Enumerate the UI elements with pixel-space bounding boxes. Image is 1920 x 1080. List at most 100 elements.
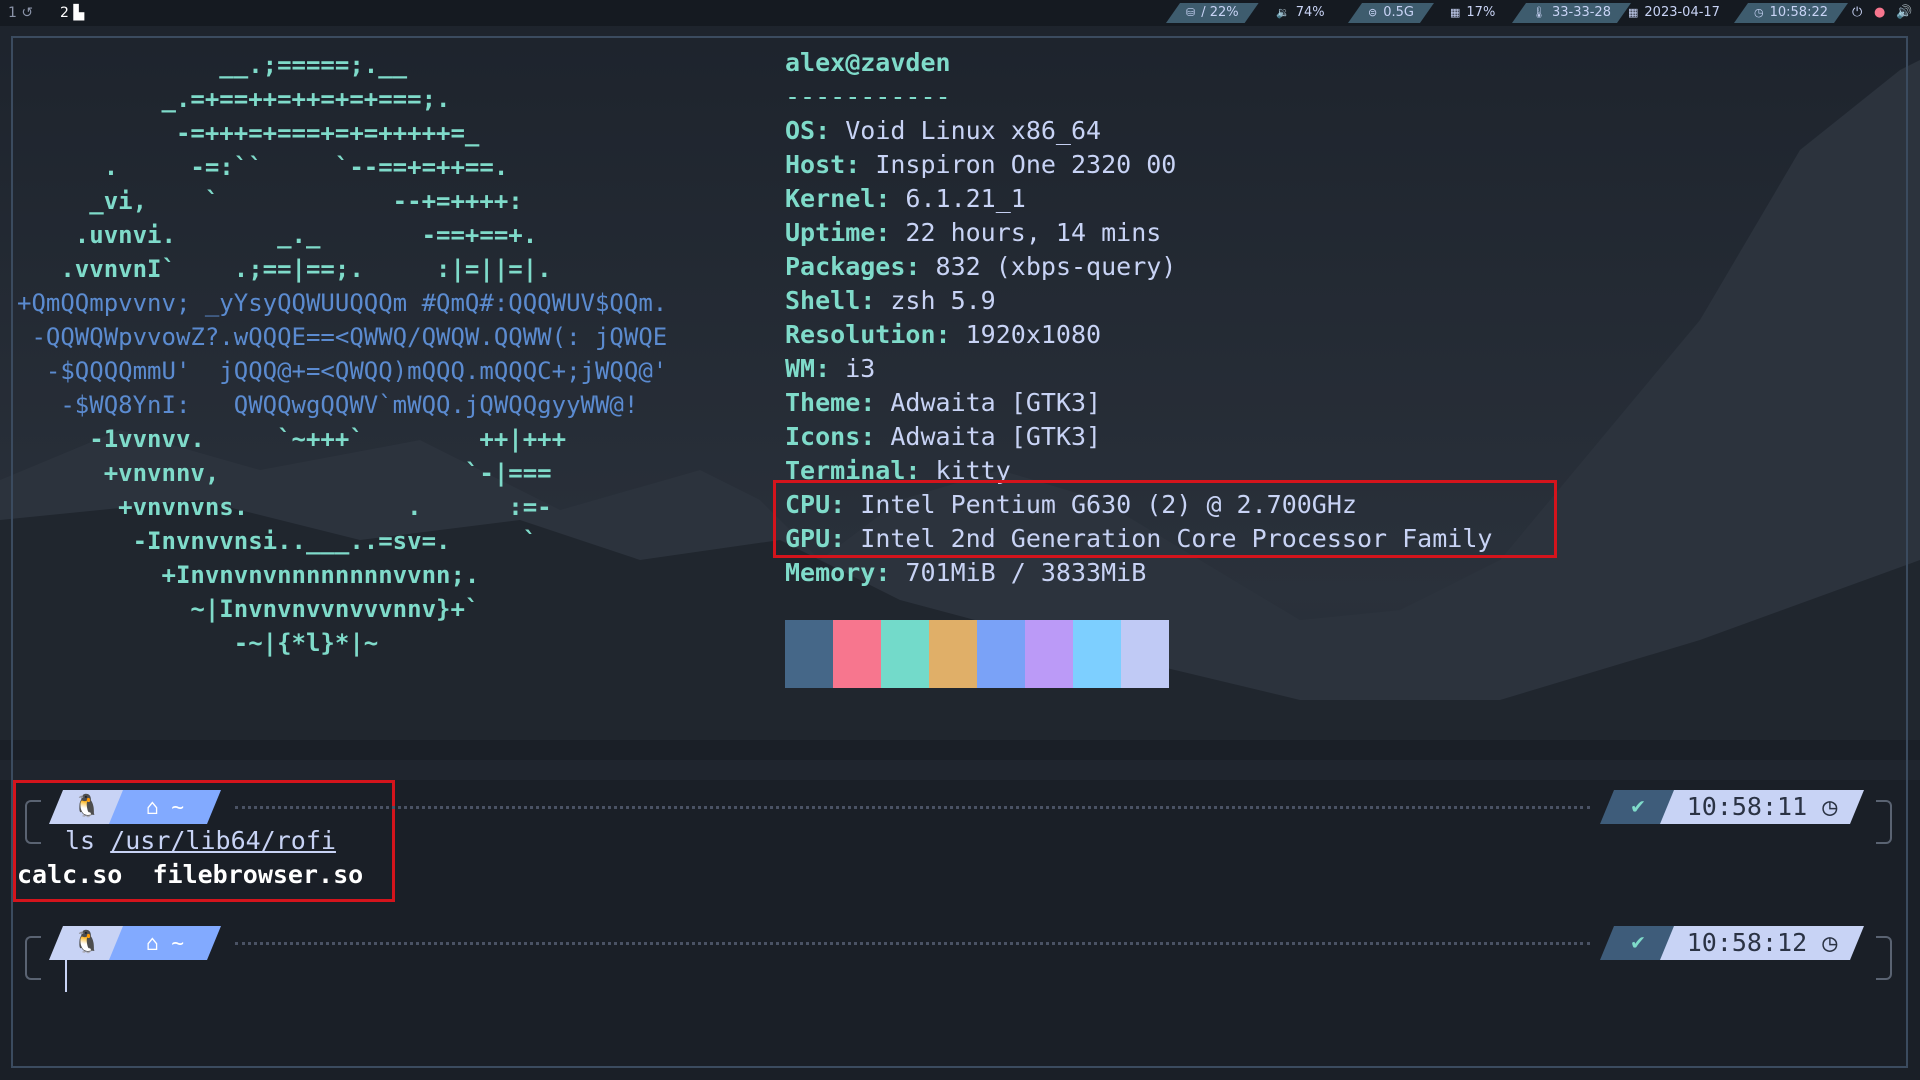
cpu-usage: 17% bbox=[1466, 5, 1496, 20]
disk-block: ⛁ / 22% bbox=[1166, 3, 1259, 23]
info-key: Theme bbox=[785, 388, 861, 417]
info-value: Adwaita [GTK3] bbox=[890, 422, 1102, 451]
power-icon[interactable]: ⏻ bbox=[1848, 3, 1866, 23]
info-colon: : bbox=[860, 388, 891, 417]
info-key: Kernel bbox=[785, 184, 876, 213]
cpu-block: ▦ 17% bbox=[1440, 3, 1505, 23]
info-key: WM bbox=[785, 354, 816, 383]
ascii-line: -$WQ8YnI: QWQQwgQQWV`mWQQ.jQWQQgyyWW@! bbox=[17, 391, 639, 419]
info-row-shell: Shell: zsh 5.9 bbox=[785, 284, 1492, 318]
info-key: Icons bbox=[785, 422, 861, 451]
color-palette bbox=[785, 620, 1169, 688]
memory-block: ⊜ 0.5G bbox=[1348, 3, 1434, 23]
info-key: Shell bbox=[785, 286, 861, 315]
tray-app-icon[interactable]: ● bbox=[1870, 3, 1889, 23]
prompt-bracket-right bbox=[1876, 936, 1892, 980]
clock-icon: ◷ bbox=[1822, 928, 1838, 957]
terminal-window[interactable]: __.;=====;.__ _.=+==++=++=+=+===;. -=+++… bbox=[11, 36, 1908, 1068]
info-fields: OS: Void Linux x86_64 Host: Inspiron One … bbox=[785, 114, 1492, 590]
prompt-bracket-left bbox=[25, 936, 41, 980]
ascii-line: ~|Invnvnvvnvvvnnv}+` bbox=[17, 595, 480, 623]
ascii-line: . -=:`` `--==+=++==. bbox=[17, 153, 509, 181]
prompt-time-text: 10:58:12 bbox=[1686, 928, 1808, 957]
home-icon: ⌂ bbox=[146, 795, 172, 819]
prompt-bracket-left bbox=[25, 800, 41, 844]
info-key: OS bbox=[785, 116, 816, 145]
info-key: GPU bbox=[785, 524, 831, 553]
workspace-1[interactable]: 1 ↺ bbox=[8, 3, 33, 23]
command-path-arg[interactable]: /usr/lib64/rofi bbox=[110, 826, 336, 855]
disk-usage: / 22% bbox=[1201, 5, 1239, 20]
info-row-uptime: Uptime: 22 hours, 14 mins bbox=[785, 216, 1492, 250]
info-value: Void Linux x86_64 bbox=[845, 116, 1102, 145]
home-dir-segment: ⌂ ~ bbox=[109, 790, 221, 824]
temperature-block: 🌡 33-33-28 bbox=[1512, 3, 1631, 23]
info-value: Intel Pentium G630 (2) @ 2.700GHz bbox=[860, 490, 1357, 519]
thermometer-icon: 🌡 bbox=[1532, 6, 1546, 19]
i3-status-bar: 1 ↺ 2 ▙ ⛁ / 22% 🔉 74% ⊜ 0.5G ▦ 17% 🌡 33-33-28… bbox=[0, 0, 1920, 26]
prompt-filler bbox=[235, 806, 1590, 809]
info-colon: : bbox=[860, 422, 891, 451]
temperatures: 33-33-28 bbox=[1551, 5, 1611, 20]
ascii-line: +QmQQmpvvnv; _yYsyQQWUUQQQm #QmQ#:QQQWUV… bbox=[17, 289, 668, 317]
info-colon: : bbox=[860, 286, 891, 315]
info-row-terminal: Terminal: kitty bbox=[785, 454, 1492, 488]
info-row-theme: Theme: Adwaita [GTK3] bbox=[785, 386, 1492, 420]
info-row-kernel: Kernel: 6.1.21_1 bbox=[785, 182, 1492, 216]
color-swatch-2 bbox=[881, 620, 929, 688]
ascii-line: +vnvnvns. . :=- bbox=[17, 493, 552, 521]
color-swatch-7 bbox=[1121, 620, 1169, 688]
info-value: Adwaita [GTK3] bbox=[890, 388, 1102, 417]
info-colon: : bbox=[845, 150, 876, 179]
color-swatch-4 bbox=[977, 620, 1025, 688]
clock-icon: ◷ bbox=[1822, 792, 1838, 821]
tray-volume-icon[interactable]: 🔊 bbox=[1892, 3, 1916, 23]
volume-icon: 🔉 bbox=[1276, 6, 1290, 19]
info-row-packages: Packages: 832 (xbps-query) bbox=[785, 250, 1492, 284]
info-row-wm: WM: i3 bbox=[785, 352, 1492, 386]
info-row-resolution: Resolution: 1920x1080 bbox=[785, 318, 1492, 352]
prompt-time: 10:58:12 ◷ bbox=[1660, 926, 1864, 960]
prompt-filler bbox=[235, 942, 1590, 945]
home-icon: ⌂ bbox=[146, 931, 172, 955]
calendar-icon: ▦ bbox=[1628, 6, 1639, 19]
info-colon: : bbox=[830, 490, 861, 519]
ascii-line: -Invnvvnsi..___..=sv=. ` bbox=[17, 527, 538, 555]
text-cursor[interactable] bbox=[65, 960, 67, 992]
color-swatch-6 bbox=[1073, 620, 1121, 688]
command-line[interactable]: ls /usr/lib64/rofi bbox=[65, 824, 336, 858]
separator: ----------- bbox=[785, 82, 951, 111]
cwd: ~ bbox=[171, 795, 184, 819]
cpu-icon: ▦ bbox=[1450, 6, 1461, 19]
ascii-line: _vi, ` --+=++++: bbox=[17, 187, 523, 215]
ascii-line: -QQWQWpvvowZ?.wQQQE==<QWWQ/QWQW.QQWW(: j… bbox=[17, 323, 668, 351]
info-colon: : bbox=[875, 218, 906, 247]
time: 10:58:22 bbox=[1769, 5, 1828, 20]
ascii-line: .vvnvnI` .;==|==;. :|=||=|. bbox=[17, 255, 552, 283]
workspace-2[interactable]: 2 ▙ bbox=[60, 3, 84, 23]
prompt-line-2: 🐧 ⌂ ~ ✔ 10:58:12 ◷ bbox=[13, 926, 1906, 980]
volume-block[interactable]: 🔉 74% bbox=[1266, 3, 1335, 23]
cwd: ~ bbox=[171, 931, 184, 955]
date: 2023-04-17 bbox=[1644, 5, 1720, 20]
disk-icon: ⛁ bbox=[1186, 6, 1196, 19]
info-row-os: OS: Void Linux x86_64 bbox=[785, 114, 1492, 148]
command: ls bbox=[65, 826, 96, 855]
ascii-line: +vnvnnv, `-|=== bbox=[17, 459, 552, 487]
info-colon: : bbox=[875, 184, 906, 213]
info-colon: : bbox=[815, 354, 846, 383]
color-swatch-0 bbox=[785, 620, 833, 688]
ascii-line: -=+++=+===+=+=+++++=_ bbox=[17, 119, 480, 147]
info-value: i3 bbox=[845, 354, 876, 383]
info-value: Intel 2nd Generation Core Processor Fami… bbox=[860, 524, 1493, 553]
time-block: ◷ 10:58:22 bbox=[1734, 3, 1848, 23]
ascii-line: .uvnvi. _._ -==+==+. bbox=[17, 221, 538, 249]
info-key: Packages bbox=[785, 252, 906, 281]
info-key: Resolution bbox=[785, 320, 936, 349]
info-colon: : bbox=[905, 456, 936, 485]
info-key: Uptime bbox=[785, 218, 876, 247]
info-colon: : bbox=[935, 320, 966, 349]
info-value: 6.1.21_1 bbox=[905, 184, 1026, 213]
prompt-time-text: 10:58:11 bbox=[1686, 792, 1808, 821]
info-row-icons: Icons: Adwaita [GTK3] bbox=[785, 420, 1492, 454]
